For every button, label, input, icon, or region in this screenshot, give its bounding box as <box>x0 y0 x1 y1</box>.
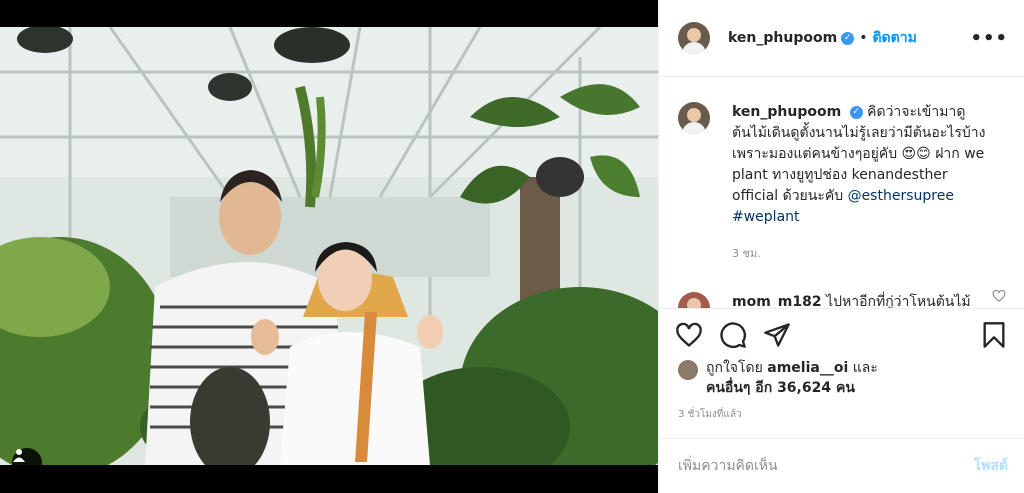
more-options-icon[interactable]: ••• <box>970 28 1008 49</box>
liked-by-prefix: ถูกใจโดย <box>706 360 763 376</box>
author-username[interactable]: ken_phupoom <box>728 30 837 46</box>
caption-emoji: 😍😊 <box>901 146 931 162</box>
post-sidebar: ken_phupoom ✓ • ติดตาม ••• ken_phupoom ✓… <box>658 0 1024 493</box>
like-comment-heart-icon[interactable] <box>992 289 1006 303</box>
greenhouse-photo-illustration <box>0 27 658 465</box>
follow-button[interactable]: ติดตาม <box>872 27 916 49</box>
author-avatar[interactable] <box>678 22 710 54</box>
post-header: ken_phupoom ✓ • ติดตาม ••• <box>659 0 1024 77</box>
header-separator: • <box>859 30 868 46</box>
comment-item: mom_m182 ไปหาอีกที่กู่ว่าโหนต้นไม้ <box>678 292 1008 308</box>
caption-hashtag-link[interactable]: #weplant <box>732 209 800 225</box>
caption-author-avatar[interactable] <box>678 102 710 134</box>
post-timestamp[interactable]: 3 ชั่วโมงที่แล้ว <box>678 407 742 422</box>
comment-body: ไปหาอีกที่กู่ว่าโหนต้นไม้ <box>826 294 971 308</box>
add-comment-input[interactable]: เพิ่มความคิดเห็น <box>678 455 778 477</box>
verified-badge-icon: ✓ <box>841 31 855 45</box>
caption-text: ken_phupoom ✓ คิดว่าจะเข้ามาดูต้นไม้เดิน… <box>732 102 987 228</box>
comment-bubble-icon[interactable] <box>719 321 747 349</box>
comment-text: mom_m182 ไปหาอีกที่กู่ว่าโหนต้นไม้ <box>732 292 972 308</box>
likes-and: และ <box>852 360 878 376</box>
like-heart-icon[interactable] <box>675 321 703 349</box>
user-tag-icon <box>13 449 25 462</box>
post-comment-button[interactable]: โพสต์ <box>974 455 1008 477</box>
instagram-post: ken_phupoom ✓ • ติดตาม ••• ken_phupoom ✓… <box>0 0 1024 493</box>
add-comment-bar: เพิ่มความคิดเห็น โพสต์ <box>659 438 1024 493</box>
post-media <box>0 0 658 493</box>
commenter-username[interactable]: mom_m182 <box>732 294 822 308</box>
save-bookmark-icon[interactable] <box>980 321 1008 349</box>
post-photo[interactable] <box>0 27 658 465</box>
likes-summary: ถูกใจโดย amelia__oi และ คนอื่นๆ อีก 36,6… <box>678 358 878 398</box>
caption-mention-link[interactable]: @esthersupree <box>848 188 954 204</box>
caption-verified-badge-icon: ✓ <box>849 105 863 119</box>
caption-time: 3 ชม. <box>732 247 761 260</box>
likes-text: ถูกใจโดย amelia__oi และ คนอื่นๆ อีก 36,6… <box>706 358 878 398</box>
caption-username[interactable]: ken_phupoom <box>732 104 841 120</box>
commenter-avatar[interactable] <box>678 292 710 308</box>
post-caption: ken_phupoom ✓ คิดว่าจะเข้ามาดูต้นไม้เดิน… <box>678 102 1008 228</box>
liker-username[interactable]: amelia__oi <box>767 360 848 376</box>
liker-avatar[interactable] <box>678 360 698 380</box>
action-bar <box>659 308 1024 358</box>
likes-others-count[interactable]: คนอื่นๆ อีก 36,624 คน <box>706 380 855 396</box>
comments-section[interactable]: ken_phupoom ✓ คิดว่าจะเข้ามาดูต้นไม้เดิน… <box>659 78 1024 308</box>
share-paper-plane-icon[interactable] <box>763 321 791 349</box>
